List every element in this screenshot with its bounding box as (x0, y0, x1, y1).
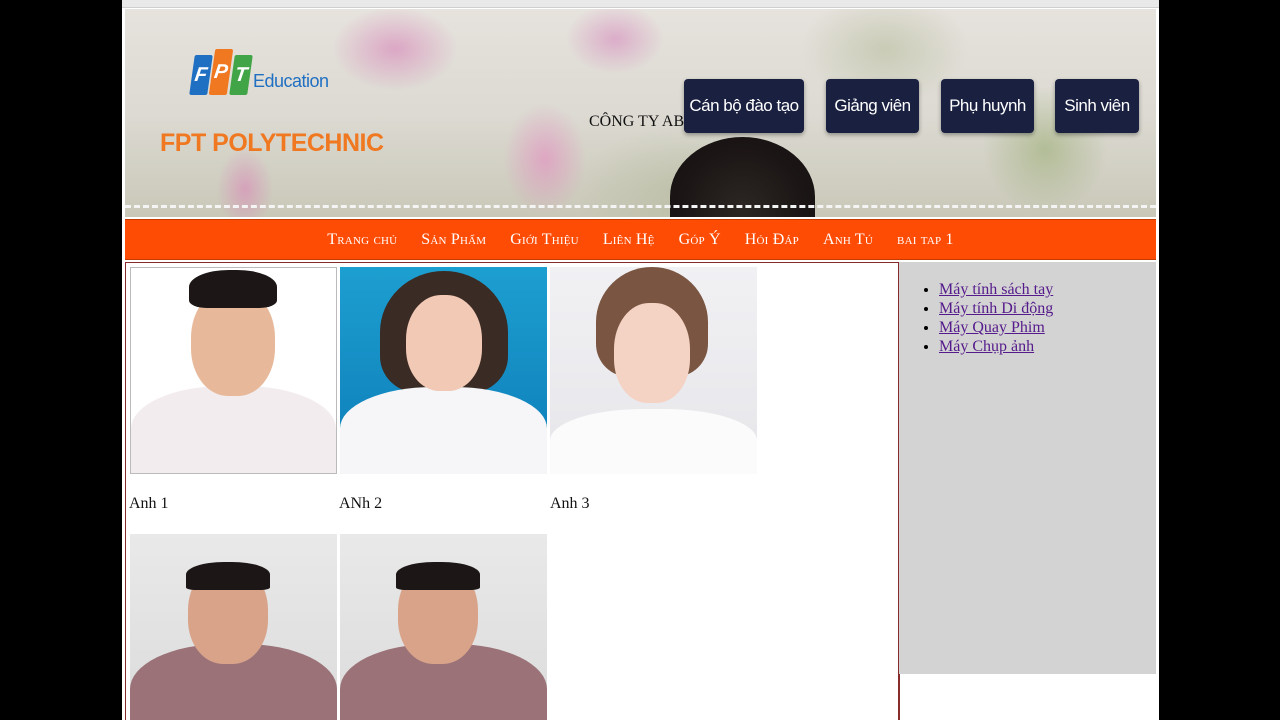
shirt-shape (131, 386, 336, 473)
gallery-content: Anh 1 ANh 2 Anh 3 (125, 262, 899, 720)
logo-letter-t: T (229, 55, 253, 95)
nav-item-faq[interactable]: Hỏi Đáp (745, 231, 799, 249)
portrait-photo-3[interactable] (550, 267, 757, 474)
sidebar-item: Máy Chụp ảnh (939, 337, 1156, 356)
face-shape (614, 303, 690, 403)
fpt-logo[interactable]: F P T (189, 45, 253, 95)
logo-polytechnic-text: FPT POLYTECHNIC (160, 129, 384, 157)
sidebar: Máy tính sách tay Máy tính Di động Máy Q… (899, 262, 1156, 674)
hair-shape (189, 270, 277, 308)
page: F P T Education FPT POLYTECHNIC CÔNG TY … (122, 0, 1159, 720)
top-border (122, 0, 1159, 8)
portrait-photo-2[interactable] (340, 267, 547, 474)
hair-shape (396, 562, 480, 590)
nav-item-bai-tap-1[interactable]: bai tap 1 (897, 231, 954, 249)
nav-item-feedback[interactable]: Góp Ý (679, 231, 721, 249)
portrait-photo-1[interactable] (130, 267, 337, 474)
nav-item-home[interactable]: Trang chủ (327, 231, 397, 249)
sidebar-link-laptop[interactable]: Máy tính sách tay (939, 281, 1053, 298)
role-button-lecturer[interactable]: Giảng viên (826, 79, 919, 133)
sidebar-link-camera[interactable]: Máy Chụp ảnh (939, 338, 1034, 355)
shirt-shape (340, 387, 547, 474)
nav-item-products[interactable]: Sản Phẩm (421, 231, 486, 249)
nav-item-about[interactable]: Giới Thiệu (510, 231, 579, 249)
sidebar-link-camcorder[interactable]: Máy Quay Phim (939, 319, 1045, 336)
portrait-photo-4[interactable] (130, 534, 337, 720)
sidebar-bottom-space (899, 674, 1156, 720)
logo-education-text: Education (253, 71, 329, 91)
sidebar-item: Máy tính Di động (939, 299, 1156, 318)
company-name: CÔNG TY ABC (589, 113, 695, 130)
shirt-shape (550, 409, 757, 474)
sidebar-link-mobile[interactable]: Máy tính Di động (939, 300, 1053, 317)
main-nav: Trang chủ Sản Phẩm Giới Thiệu Liên Hệ Gó… (125, 219, 1156, 260)
photo-caption-2: ANh 2 (339, 495, 383, 512)
header-banner: F P T Education FPT POLYTECHNIC CÔNG TY … (125, 9, 1156, 217)
portrait-photo-5[interactable] (340, 534, 547, 720)
sidebar-item: Máy Quay Phim (939, 318, 1156, 337)
role-button-parent[interactable]: Phụ huynh (941, 79, 1034, 133)
nav-item-contact[interactable]: Liên Hệ (603, 231, 655, 249)
role-button-staff[interactable]: Cán bộ đào tạo (684, 79, 804, 133)
photo-caption-1: Anh 1 (129, 495, 169, 512)
photo-caption-3: Anh 3 (550, 495, 590, 512)
hair-shape (186, 562, 270, 590)
sidebar-item: Máy tính sách tay (939, 280, 1156, 299)
role-button-student[interactable]: Sinh viên (1055, 79, 1139, 133)
banner-dashed-line (125, 205, 1156, 208)
face-shape (406, 295, 482, 391)
nav-item-anh-tu[interactable]: Anh Tú (823, 231, 873, 249)
sidebar-link-list: Máy tính sách tay Máy tính Di động Máy Q… (939, 280, 1156, 356)
